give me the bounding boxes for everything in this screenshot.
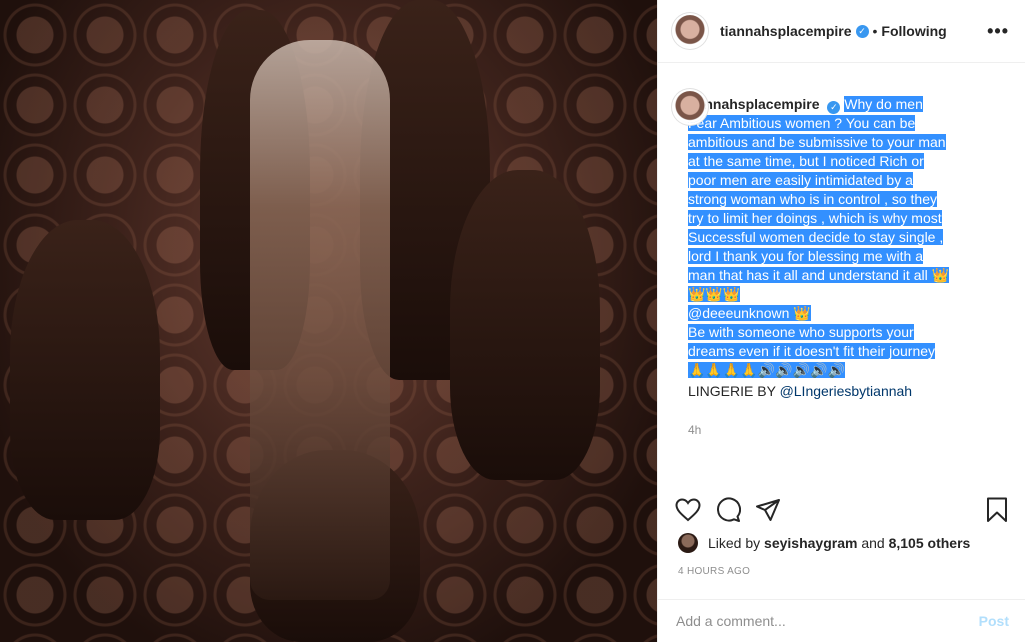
likes-prefix: Liked by bbox=[708, 535, 761, 551]
image-center-figure bbox=[250, 40, 390, 600]
instagram-post: tiannahsplacempire ✓ • Following ••• tia… bbox=[0, 0, 1025, 642]
liker-avatar[interactable] bbox=[678, 533, 698, 553]
lingerie-prefix: LINGERIE BY bbox=[688, 383, 780, 399]
lingerie-credit: LINGERIE BY @LIngeriesbytiannah bbox=[688, 382, 950, 401]
caption-text-end: Be with someone who supports your dreams… bbox=[688, 324, 936, 378]
heart-icon[interactable] bbox=[674, 496, 702, 524]
caption-body: tiannahsplacempire ✓ Why do men Fear Amb… bbox=[688, 95, 950, 440]
following-button[interactable]: Following bbox=[881, 23, 946, 39]
comment-icon[interactable] bbox=[714, 496, 742, 524]
liker-username[interactable]: seyishaygram bbox=[764, 535, 857, 551]
comment-input[interactable] bbox=[674, 612, 979, 630]
bookmark-icon[interactable] bbox=[983, 496, 1011, 524]
share-icon[interactable] bbox=[754, 496, 782, 524]
post-sidebar: tiannahsplacempire ✓ • Following ••• tia… bbox=[657, 0, 1025, 642]
caption-time[interactable]: 4h bbox=[688, 421, 950, 440]
caption-username[interactable]: tiannahsplacempire bbox=[688, 96, 820, 112]
comment-bar: Post bbox=[658, 599, 1025, 642]
post-image[interactable] bbox=[0, 0, 657, 642]
image-figure bbox=[10, 220, 160, 520]
header-username[interactable]: tiannahsplacempire bbox=[720, 23, 852, 39]
caption-mention-suffix: 👑 bbox=[789, 305, 811, 321]
action-bar bbox=[674, 490, 1011, 530]
lingerie-mention[interactable]: @LIngeriesbytiannah bbox=[780, 383, 913, 399]
caption-mention[interactable]: @deeeunknown bbox=[688, 305, 789, 321]
caption-section: tiannahsplacempire ✓ Why do men Fear Amb… bbox=[658, 63, 1025, 471]
caption-avatar[interactable] bbox=[674, 91, 706, 123]
likes-middle: and bbox=[861, 535, 885, 551]
post-header: tiannahsplacempire ✓ • Following ••• bbox=[658, 0, 1025, 63]
verified-icon: ✓ bbox=[827, 101, 841, 114]
likes-summary: Liked by seyishaygram and 8,105 others bbox=[678, 533, 970, 553]
image-figure bbox=[450, 170, 600, 480]
avatar[interactable] bbox=[674, 15, 706, 47]
separator-dot: • bbox=[872, 23, 878, 39]
more-options-icon[interactable]: ••• bbox=[987, 21, 1009, 42]
caption-text: Why do men Fear Ambitious women ? You ca… bbox=[688, 96, 950, 302]
post-timestamp[interactable]: 4 HOURS AGO bbox=[678, 566, 750, 577]
post-comment-button[interactable]: Post bbox=[979, 613, 1009, 629]
likes-count[interactable]: 8,105 others bbox=[889, 535, 971, 551]
verified-icon: ✓ bbox=[855, 24, 869, 38]
